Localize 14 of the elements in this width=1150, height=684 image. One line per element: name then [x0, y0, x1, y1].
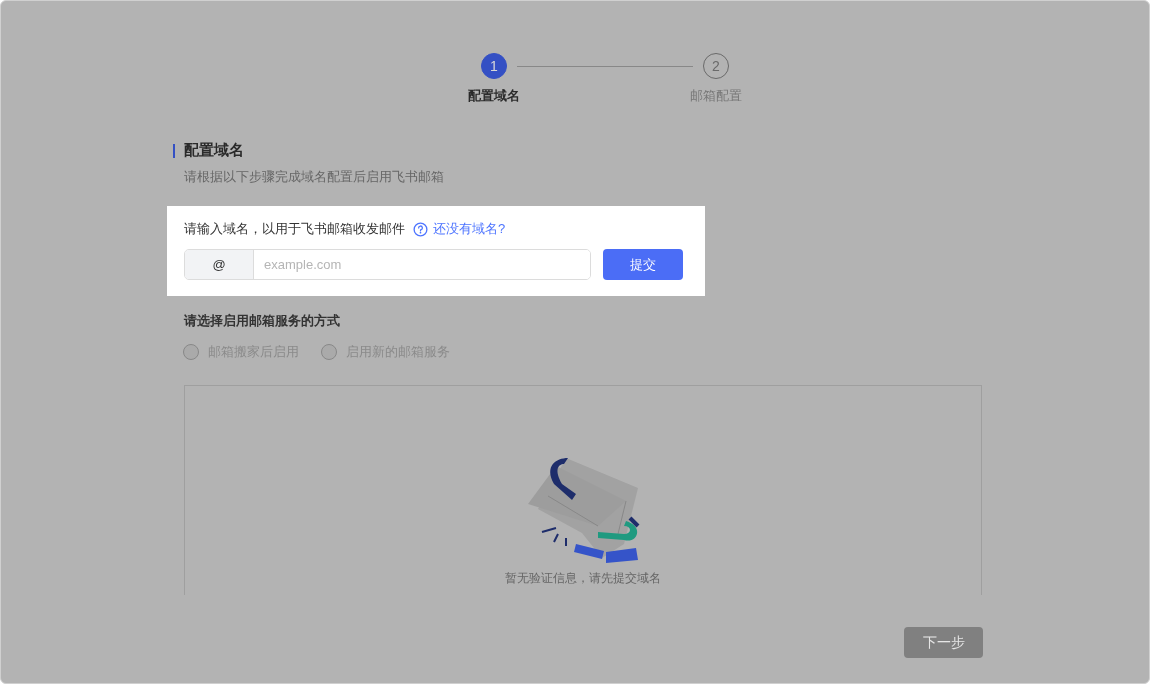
- submit-button[interactable]: 提交: [603, 249, 683, 280]
- domain-input-field[interactable]: @ example.com: [184, 249, 591, 280]
- step-label: 配置域名: [468, 87, 520, 105]
- service-question: 请选择启用邮箱服务的方式: [184, 312, 340, 330]
- at-prefix: @: [185, 250, 254, 279]
- step-label: 邮箱配置: [690, 87, 742, 105]
- domain-prompt: 请输入域名，以用于飞书邮箱收发邮件: [184, 220, 405, 238]
- empty-state-message: 暂无验证信息，请先提交域名: [505, 570, 661, 587]
- section-subtitle: 请根据以下步骤完成域名配置后启用飞书邮箱: [184, 168, 444, 186]
- title-accent-bar: [173, 143, 175, 158]
- help-link[interactable]: 还没有域名?: [413, 220, 506, 238]
- step-number: 1: [481, 53, 507, 79]
- section-title: 配置域名: [184, 141, 244, 160]
- question-icon: [413, 221, 428, 237]
